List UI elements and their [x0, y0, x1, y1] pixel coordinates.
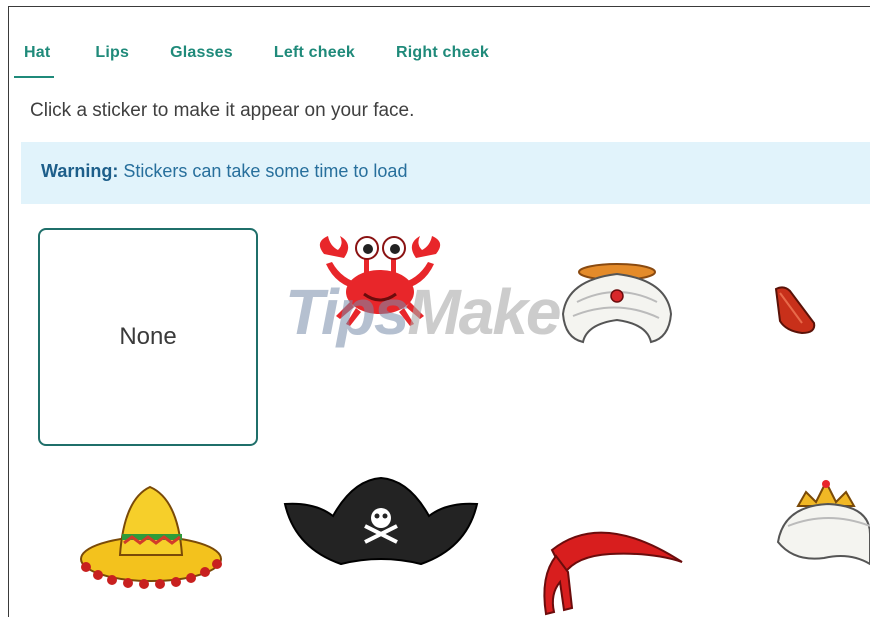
- sticker-crab[interactable]: [310, 232, 450, 326]
- sticker-none-label: None: [119, 323, 177, 350]
- party-hat-icon: [774, 286, 816, 335]
- sticker-bandana[interactable]: [538, 520, 686, 617]
- tab-hat[interactable]: Hat: [14, 36, 55, 78]
- sticker-none[interactable]: None: [38, 228, 258, 446]
- sticker-party-hat[interactable]: [770, 285, 818, 335]
- sticker-crown-turban[interactable]: [776, 476, 870, 566]
- turban-icon: [561, 263, 673, 344]
- bandana-icon: [543, 531, 683, 616]
- tab-glasses[interactable]: Glasses: [170, 36, 233, 78]
- instructions-text: Click a sticker to make it appear on you…: [30, 100, 415, 121]
- tab-right-cheek[interactable]: Right cheek: [396, 36, 489, 78]
- warning-text: Stickers can take some time to load: [118, 161, 408, 181]
- tab-left-cheek[interactable]: Left cheek: [274, 36, 355, 78]
- sombrero-icon: [80, 485, 222, 589]
- pirate-hat-icon: [283, 476, 479, 566]
- sticker-sombrero[interactable]: [78, 485, 224, 589]
- tab-lips[interactable]: Lips: [95, 36, 129, 78]
- warning-banner: Warning: Stickers can take some time to …: [21, 142, 870, 204]
- sticker-pirate-hat[interactable]: [283, 476, 479, 570]
- crab-icon: [319, 236, 441, 326]
- warning-label: Warning:: [41, 161, 119, 181]
- sticker-turban[interactable]: [555, 262, 675, 344]
- crown-turban-icon: [776, 479, 870, 566]
- sticker-category-tabs: Hat Lips Glasses Left cheek Right cheek: [14, 36, 530, 78]
